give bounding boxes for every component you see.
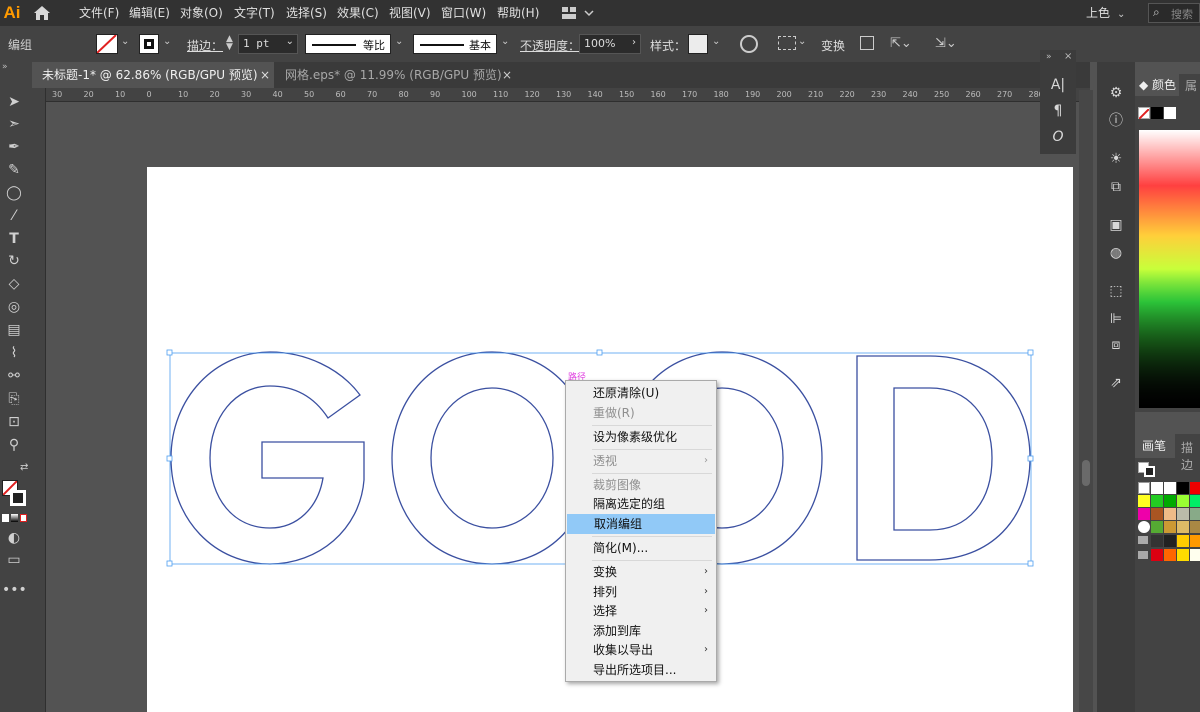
export-icon[interactable]: ⇗ (1105, 372, 1127, 394)
align-panel-icon[interactable]: ⊫ (1105, 308, 1127, 330)
brushes-panel: 画笔 描边 (1135, 434, 1200, 712)
transform-panel-icon[interactable]: ⬚ (1105, 280, 1127, 302)
transparency-icon[interactable]: ◍ (1105, 242, 1127, 264)
opentype-icon[interactable]: O (1047, 126, 1069, 148)
menu-separator (592, 449, 712, 450)
collapse-icon[interactable]: » (1046, 52, 1052, 62)
chevron-right-icon: › (704, 566, 708, 577)
menu-item-export-selection[interactable]: 导出所选项目... (566, 660, 716, 680)
character-icon[interactable]: A| (1047, 74, 1069, 96)
menu-separator (592, 560, 712, 561)
menu-item-simplify[interactable]: 简化(M)... (566, 538, 716, 558)
menu-separator (592, 425, 712, 426)
info-icon[interactable]: ⓘ (1105, 110, 1127, 132)
panel-tab-brushes[interactable]: 画笔 (1135, 434, 1175, 458)
right-icon-dock: ⚙ ⓘ ☀ ⧉ ▣ ◍ ⬚ ⊫ ⧈ ⇗ (1097, 62, 1135, 712)
menu-item-collect-for-export[interactable]: 收集以导出 › (566, 640, 716, 660)
letter-d-outline (856, 355, 1031, 561)
color-panel: ◆ 颜色 属 (1135, 74, 1200, 412)
menu-separator (592, 536, 712, 537)
menu-item-transform[interactable]: 变换 › (566, 562, 716, 582)
gradient-panel-icon[interactable]: ▣ (1105, 214, 1127, 236)
swatch-grid[interactable] (1138, 482, 1200, 566)
menu-item-redo: 重做(R) (593, 406, 635, 420)
white-swatch[interactable] (1164, 107, 1176, 119)
menu-item-pixel-optimize[interactable]: 设为像素级优化 (566, 427, 716, 447)
pathfinder-icon[interactable]: ⧈ (1105, 334, 1127, 356)
paragraph-icon[interactable]: ¶ (1047, 100, 1069, 122)
letter-g-outline (170, 351, 365, 565)
chevron-right-icon: › (704, 605, 708, 616)
vertical-scrollbar[interactable] (1079, 90, 1093, 712)
menu-separator (592, 473, 712, 474)
none-swatch[interactable] (1138, 107, 1150, 120)
menu-item-crop-image: 裁剪图像 (593, 478, 642, 492)
menu-item-ungroup[interactable]: 取消编组 (567, 514, 715, 534)
menu-item-select[interactable]: 选择 › (566, 601, 716, 621)
menu-item-undo-clear[interactable]: 还原清除(U) (566, 383, 716, 403)
chevron-right-icon: › (704, 455, 708, 466)
menu-item-add-to-library[interactable]: 添加到库 (566, 621, 716, 641)
chevron-right-icon: › (704, 644, 708, 655)
chevron-right-icon: › (704, 586, 708, 597)
black-swatch[interactable] (1151, 107, 1163, 119)
character-panel-dock: » × A| ¶ O (1040, 50, 1076, 154)
menu-item-perspective: 透视 › (566, 451, 716, 471)
panel-tab-stroke[interactable]: 描边 (1181, 439, 1200, 473)
appearance-icon[interactable]: ☀ (1105, 148, 1127, 170)
fill-stroke-mini[interactable] (1138, 462, 1158, 478)
letter-o-outline (391, 351, 593, 565)
scrollbar-thumb[interactable] (1082, 460, 1090, 486)
panel-tab-attributes[interactable]: 属 (1185, 77, 1197, 94)
menu-item-isolate-group[interactable]: 隔离选定的组 (566, 494, 716, 514)
panel-tab-color[interactable]: ◆ 颜色 (1135, 74, 1179, 96)
menu-item-arrange[interactable]: 排列 › (566, 582, 716, 602)
properties-icon[interactable]: ⚙ (1105, 82, 1127, 104)
links-icon[interactable]: ⧉ (1105, 176, 1127, 198)
color-spectrum[interactable] (1139, 130, 1200, 408)
context-menu: 还原清除(U) 重做(R) 设为像素级优化 透视 › 裁剪图像 隔离选定的组 取消… (565, 380, 717, 682)
close-icon[interactable]: × (1064, 51, 1072, 62)
